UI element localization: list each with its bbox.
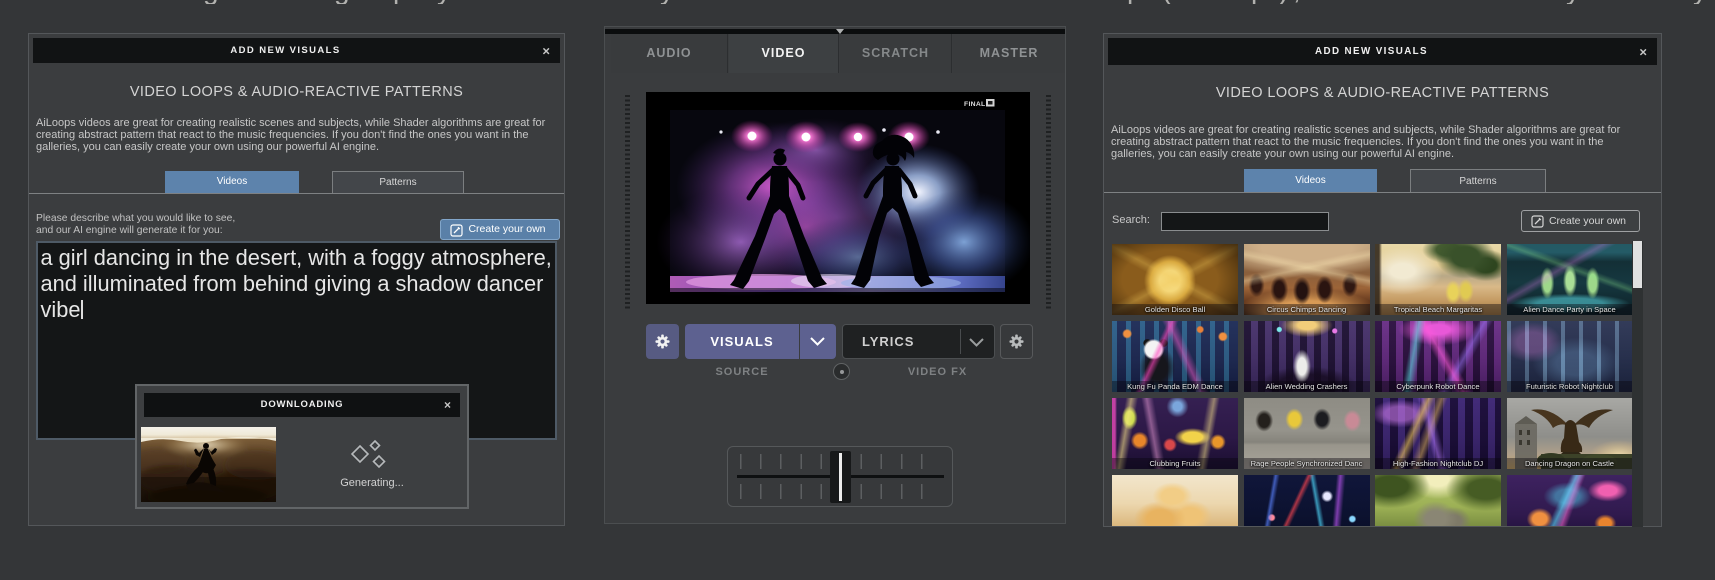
svg-text:FINAL: FINAL xyxy=(964,101,986,108)
